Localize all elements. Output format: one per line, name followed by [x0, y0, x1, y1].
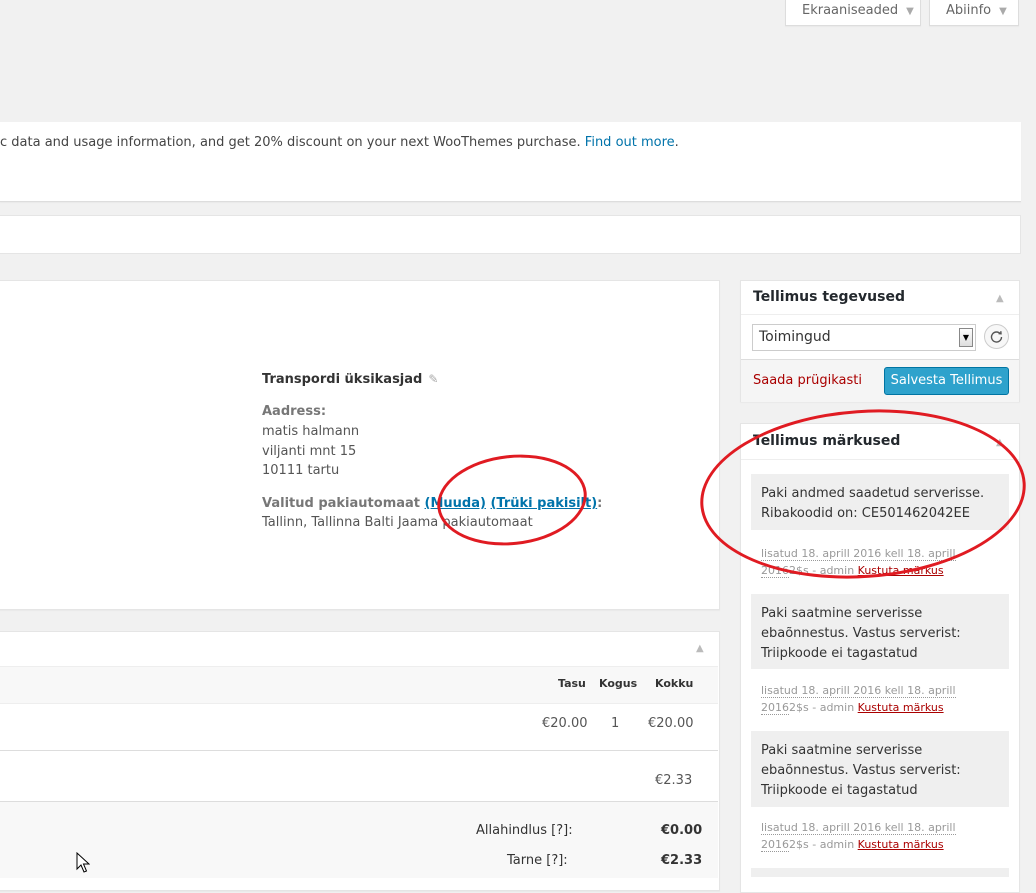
address-line: viljanti mnt 15	[262, 444, 357, 459]
divider	[741, 314, 1019, 315]
address-label: Aadress:	[262, 404, 327, 419]
note-meta: lisatud 18. aprill 2016 kell 18. aprill …	[761, 821, 956, 852]
delete-note-link[interactable]: Kustuta märkus	[858, 838, 944, 851]
actions-select-value: Toimingud	[759, 329, 831, 345]
divider	[0, 750, 718, 751]
shipping-details-title: Transpordi üksikasjad ✎	[262, 372, 439, 387]
discount-label: Allahindlus [?]:	[476, 823, 573, 838]
tracking-notice: c data and usage information, and get 20…	[0, 122, 1021, 202]
discount-value: €0.00	[661, 823, 703, 838]
note-item-partial	[751, 868, 1009, 877]
order-data-box	[0, 280, 720, 610]
shipping-row-total: €2.33	[655, 773, 693, 788]
header-cost: Tasu	[558, 677, 586, 690]
refresh-icon	[990, 331, 1003, 343]
help-tab[interactable]: Abiinfo ▼	[929, 0, 1019, 26]
screen-options-label: Ekraaniseaded	[802, 3, 899, 18]
help-label: Abiinfo	[946, 3, 992, 18]
notice-text: c data and usage information, and get 20…	[0, 135, 679, 150]
dropdown-arrow-icon[interactable]: ▼	[959, 328, 973, 347]
header-qty: Kogus	[599, 677, 638, 690]
shipping-total-value: €2.33	[661, 853, 703, 868]
note-meta: lisatud 18. aprill 2016 kell 18. aprill …	[761, 684, 956, 715]
screen-options-tab[interactable]: Ekraaniseaded ▼	[785, 0, 921, 26]
order-actions-title: Tellimus tegevused	[753, 289, 905, 305]
refresh-button[interactable]	[984, 324, 1009, 349]
move-to-trash-link[interactable]: Saada prügikasti	[753, 373, 862, 388]
note-item: Paki saatmine serverisse ebaõnnestus. Va…	[751, 731, 1009, 807]
edit-pencil-icon[interactable]: ✎	[428, 372, 438, 386]
find-out-more-link[interactable]: Find out more	[585, 135, 675, 150]
item-total: €20.00	[648, 716, 694, 731]
header-total: Kokku	[655, 677, 694, 690]
address-line: matis halmann	[262, 424, 360, 439]
empty-bar	[0, 215, 1021, 254]
mouse-cursor-icon	[76, 852, 90, 873]
caret-down-icon: ▼	[999, 6, 1007, 17]
note-item: Paki saatmine serverisse ebaõnnestus. Va…	[751, 594, 1009, 669]
shipping-total-label: Tarne [?]:	[507, 853, 568, 868]
totals-area	[0, 801, 718, 878]
delete-note-link[interactable]: Kustuta märkus	[858, 701, 944, 714]
item-cost: €20.00	[542, 716, 588, 731]
toggle-up-icon[interactable]: ▲	[996, 293, 1004, 304]
toggle-up-icon[interactable]: ▲	[696, 643, 704, 654]
save-order-button[interactable]: Salvesta Tellimus	[884, 367, 1009, 395]
address-line: 10111 tartu	[262, 463, 340, 478]
caret-down-icon: ▼	[906, 6, 914, 17]
actions-select[interactable]: Toimingud ▼	[752, 324, 976, 351]
item-qty: 1	[611, 716, 620, 731]
